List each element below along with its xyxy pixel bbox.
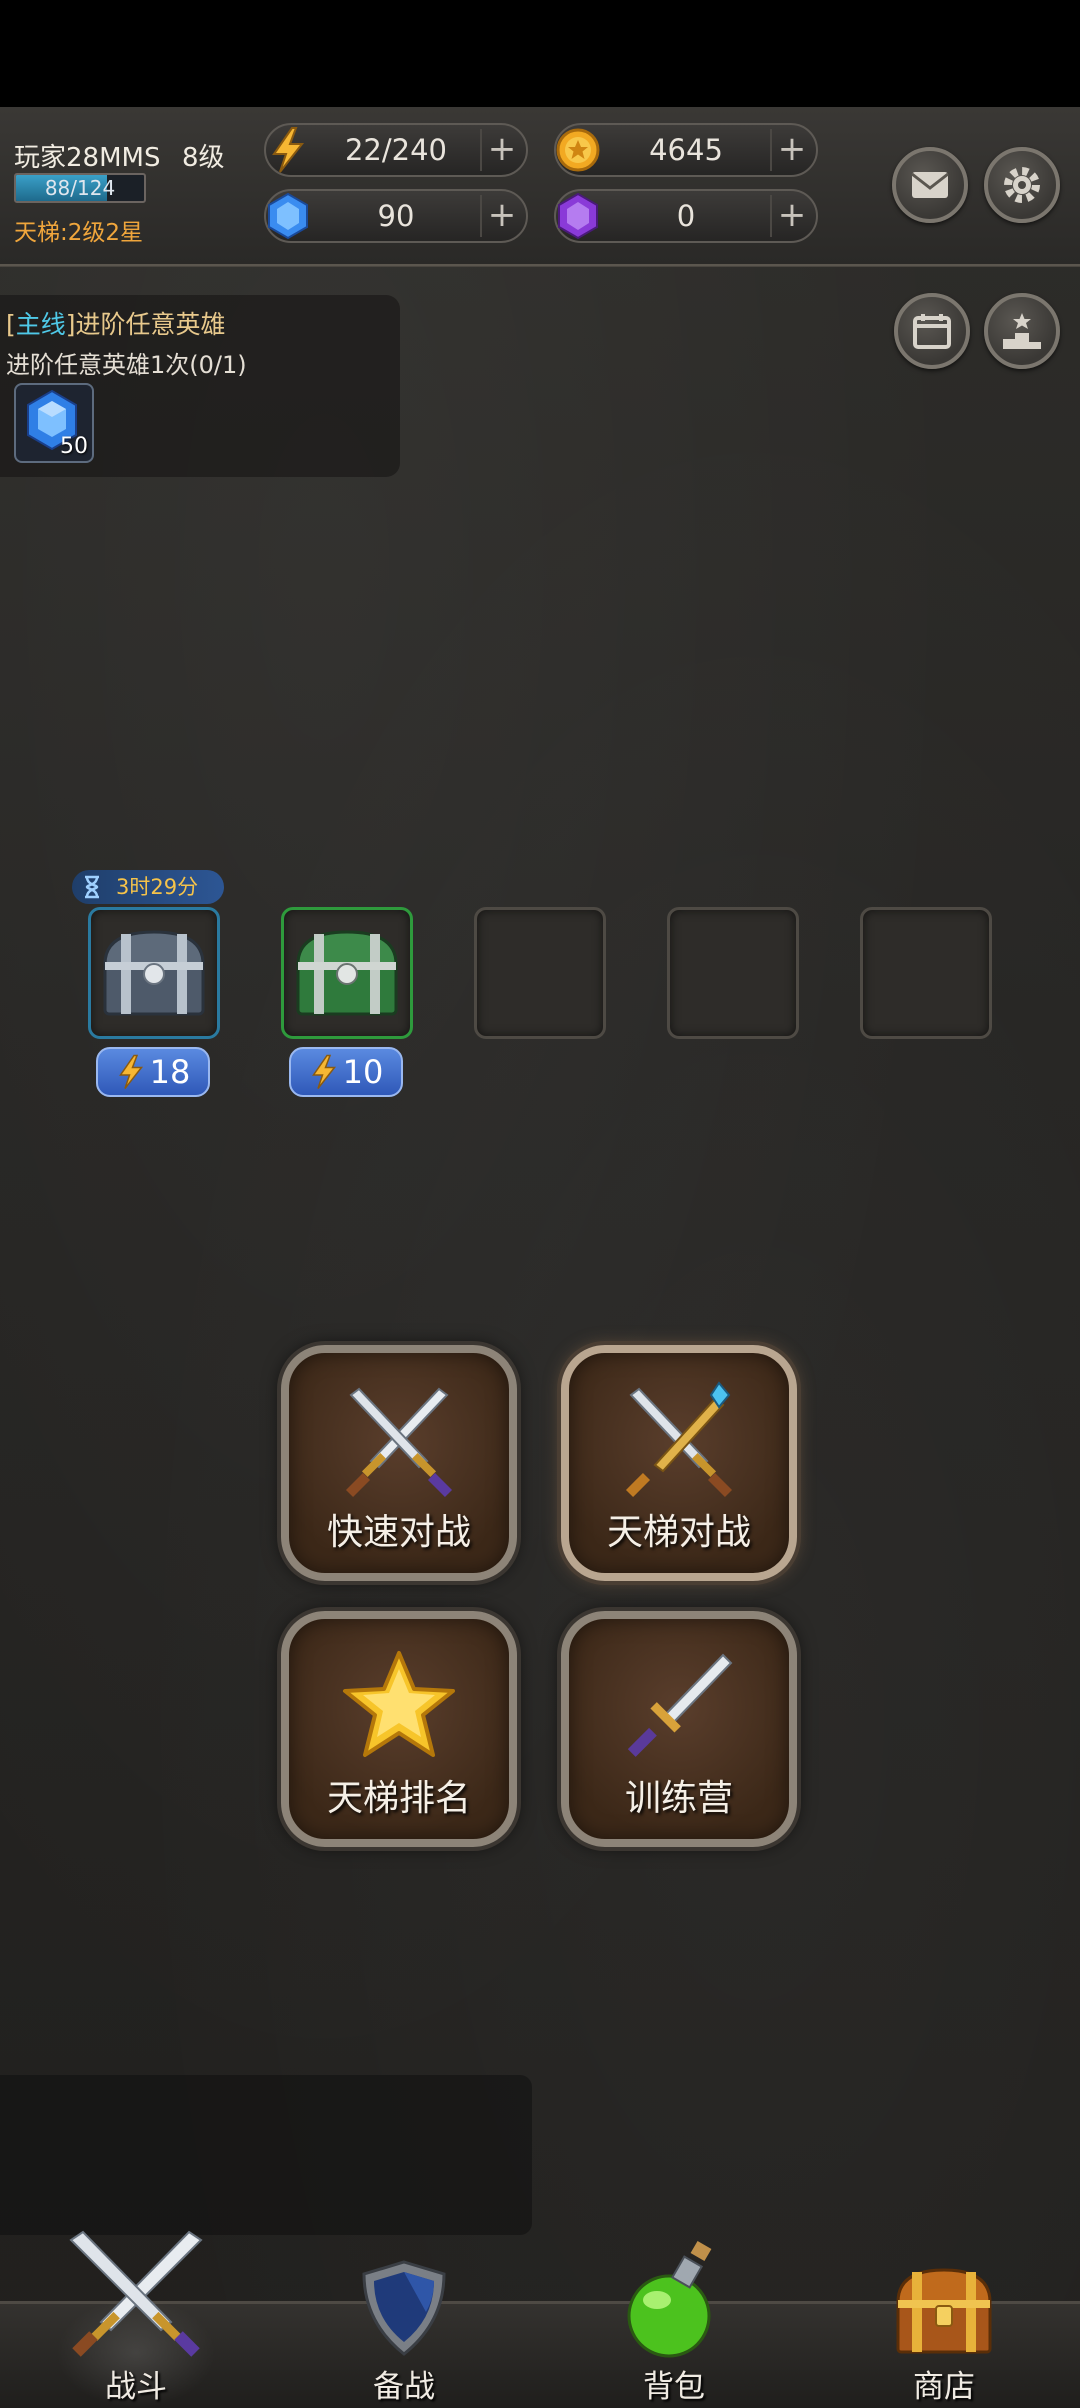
game-screen: 玩家28MMS 8级 88/124 天梯:2级2星 22/240 + 4645 … — [0, 107, 1080, 2408]
purple-crystal-value: 0 — [676, 199, 696, 233]
gear-icon — [1004, 167, 1040, 203]
player-name: 玩家28MMS — [14, 143, 161, 173]
lightning-icon — [311, 1054, 336, 1089]
podium-button[interactable] — [984, 293, 1060, 369]
ladder-ranking-button[interactable]: 天梯排名 — [281, 1611, 517, 1847]
blue-gem-icon — [262, 189, 314, 243]
purple-crystal-plus-button[interactable]: + — [770, 195, 812, 237]
nav-battle-label: 战斗 — [105, 2369, 167, 2405]
star-icon — [343, 1651, 455, 1757]
nav-bag[interactable]: 背包 — [574, 2238, 774, 2408]
chest-slot-2[interactable] — [281, 907, 413, 1039]
chest-slot-5[interactable] — [860, 907, 992, 1039]
nav-prepare[interactable]: 备战 — [304, 2238, 504, 2408]
training-camp-button[interactable]: 训练营 — [561, 1611, 797, 1847]
xp-bar: 88/124 — [14, 173, 146, 203]
gold-value: 4645 — [649, 133, 723, 167]
quick-battle-label: 快速对战 — [326, 1512, 471, 1553]
nav-battle[interactable]: 战斗 — [36, 2230, 236, 2408]
gem-value: 90 — [377, 199, 415, 233]
chest-slot-3[interactable] — [474, 907, 606, 1039]
chest-2-unlock-cost[interactable]: 10 — [289, 1047, 403, 1097]
sword-icon — [627, 1653, 733, 1757]
gem-plus-button[interactable]: + — [480, 195, 522, 237]
treasure-chest-icon — [896, 2268, 992, 2354]
quest-reward-count: 50 — [60, 434, 88, 459]
energy-plus-button[interactable]: + — [480, 129, 522, 171]
chest-slot-1[interactable] — [88, 907, 220, 1039]
mail-button[interactable] — [892, 147, 968, 223]
quest-tag: 主线 — [15, 310, 66, 339]
chest-2-cost-value: 10 — [342, 1053, 384, 1091]
quick-battle-button[interactable]: 快速对战 — [281, 1345, 517, 1581]
crossed-swords-icon — [69, 2230, 203, 2357]
ladder-battle-label: 天梯对战 — [606, 1512, 751, 1553]
calendar-button[interactable] — [894, 293, 970, 369]
crossed-swords-icon — [345, 1387, 453, 1498]
settings-button[interactable] — [984, 147, 1060, 223]
chest-1-cost-value: 18 — [149, 1053, 191, 1091]
hourglass-icon — [85, 875, 99, 899]
gold-coin-icon — [552, 123, 604, 177]
podium-icon — [1003, 313, 1041, 349]
purple-crystal-counter: 0 + — [554, 189, 818, 243]
lightning-icon — [262, 123, 314, 177]
quest-reward: 50 — [14, 383, 94, 463]
lightning-icon — [118, 1054, 143, 1089]
mail-icon — [911, 172, 949, 198]
silver-chest-icon — [103, 930, 205, 1016]
crossed-blades-gem-icon — [625, 1381, 733, 1498]
energy-value: 22/240 — [344, 133, 448, 167]
top-bar-edge — [0, 264, 1080, 286]
chest-1-unlock-cost[interactable]: 18 — [96, 1047, 210, 1097]
green-chest-icon — [296, 930, 398, 1016]
potion-icon — [627, 2240, 712, 2358]
chest-slot-4[interactable] — [667, 907, 799, 1039]
top-bar: 玩家28MMS 8级 88/124 天梯:2级2星 22/240 + 4645 … — [0, 107, 1080, 267]
xp-text: 88/124 — [44, 176, 116, 200]
gold-plus-button[interactable]: + — [770, 129, 812, 171]
shield-icon — [362, 2260, 446, 2356]
nav-prepare-label: 备战 — [373, 2369, 435, 2405]
ladder-ranking-label: 天梯排名 — [326, 1778, 471, 1819]
energy-counter: 22/240 + — [264, 123, 528, 177]
nav-shop-label: 商店 — [913, 2369, 975, 2405]
gem-counter: 90 + — [264, 189, 528, 243]
quest-title: [主线]进阶任意英雄 — [6, 310, 226, 339]
player-level: 8级 — [182, 143, 225, 173]
calendar-icon — [913, 314, 951, 349]
nav-shop[interactable]: 商店 — [844, 2238, 1044, 2408]
chest-timer-text: 3时29分 — [116, 875, 199, 899]
nav-bag-label: 背包 — [643, 2369, 705, 2405]
ladder-battle-button[interactable]: 天梯对战 — [561, 1345, 797, 1581]
chat-panel[interactable] — [0, 2075, 532, 2235]
quest-panel[interactable]: [主线]进阶任意英雄 进阶任意英雄1次(0/1) 50 — [0, 295, 400, 477]
chest-timer-badge: 3时29分 — [72, 870, 224, 904]
quest-description: 进阶任意英雄1次(0/1) — [6, 351, 247, 379]
training-camp-label: 训练营 — [624, 1778, 733, 1819]
quest-title-text: 进阶任意英雄 — [75, 310, 226, 339]
gold-counter: 4645 + — [554, 123, 818, 177]
ladder-rank: 天梯:2级2星 — [14, 220, 144, 246]
purple-crystal-icon — [552, 189, 604, 243]
